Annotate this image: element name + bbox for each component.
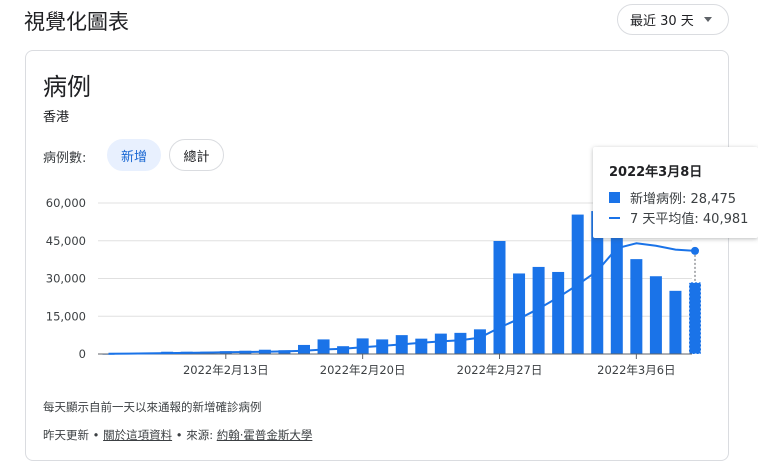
updated-text: 昨天更新 •: [43, 428, 104, 442]
bar: [317, 339, 330, 354]
source-prefix: • 來源:: [172, 428, 217, 442]
bar: [415, 338, 428, 354]
bar: [513, 273, 526, 354]
line-legend-icon: [609, 216, 620, 219]
tooltip-line-row: 7 天平均值: 40,981: [609, 208, 748, 227]
bar: [337, 346, 350, 354]
x-tick-label: 2022年2月27日: [457, 363, 543, 377]
bar: [649, 276, 662, 354]
y-tick-label: 30,000: [46, 272, 86, 286]
bar: [688, 281, 702, 355]
x-tick-label: 2022年2月13日: [183, 363, 269, 377]
y-tick-label: 15,000: [46, 309, 86, 323]
bar: [669, 290, 682, 354]
tooltip-bar-label: 新增病例: 28,475: [630, 192, 736, 207]
x-tick-label: 2022年2月20日: [320, 363, 406, 377]
bar: [630, 259, 643, 354]
tooltip-bar-row: 新增病例: 28,475: [609, 188, 736, 207]
bar: [552, 271, 565, 354]
bar: [434, 333, 447, 354]
source-line: 昨天更新 • 關於這項資料 • 來源: 約翰·霍普金斯大學: [43, 427, 312, 443]
about-data-link[interactable]: 關於這項資料: [103, 428, 172, 442]
tooltip-date: 2022年3月8日: [609, 165, 703, 180]
bar: [493, 241, 506, 354]
bar: [454, 332, 467, 354]
y-tick-label: 0: [79, 347, 86, 361]
chart-footnote: 每天顯示自前一天以來通報的新增確診病例: [43, 400, 262, 414]
tooltip-line-label: 7 天平均值: 40,981: [630, 212, 749, 227]
y-tick-label: 60,000: [46, 196, 86, 210]
x-tick-label: 2022年3月6日: [597, 363, 675, 377]
chart-tooltip: 2022年3月8日 新增病例: 28,475 7 天平均值: 40,981: [593, 147, 758, 238]
highlight-point: [691, 246, 699, 255]
bar-legend-icon: [609, 192, 620, 203]
y-tick-label: 45,000: [46, 234, 86, 248]
bar: [610, 221, 623, 354]
bar: [473, 329, 486, 354]
source-link[interactable]: 約翰·霍普金斯大學: [217, 428, 313, 442]
